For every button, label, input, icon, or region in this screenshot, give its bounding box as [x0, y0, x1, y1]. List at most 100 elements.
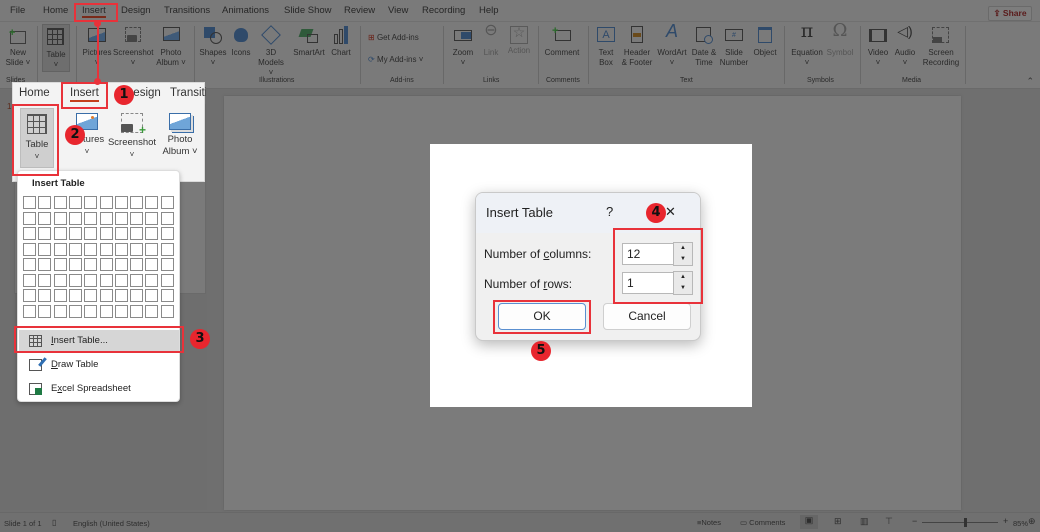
- 3d-models-button[interactable]: 3D Models ˅: [256, 25, 286, 78]
- table-grid-cell[interactable]: [38, 304, 52, 318]
- help-button[interactable]: ?: [606, 204, 613, 219]
- table-grid-cell[interactable]: [114, 289, 128, 302]
- excel-spreadsheet-menu-item[interactable]: Excel Spreadsheet: [19, 378, 179, 400]
- zoom-tab-home[interactable]: Home: [19, 87, 50, 99]
- table-grid-cell[interactable]: [160, 258, 174, 271]
- table-grid-cell[interactable]: [130, 289, 144, 302]
- table-grid-cell[interactable]: [130, 304, 144, 318]
- table-grid-cell[interactable]: [84, 242, 98, 256]
- text-box-button[interactable]: A Text Box: [594, 26, 618, 68]
- table-grid-cell[interactable]: [99, 211, 113, 225]
- action-button[interactable]: ☆ Action: [505, 25, 533, 56]
- table-grid-cell[interactable]: [160, 211, 174, 225]
- language-status[interactable]: English (United States): [73, 519, 150, 528]
- tab-help[interactable]: Help: [479, 5, 499, 16]
- table-grid-cell[interactable]: [23, 273, 36, 287]
- table-grid-cell[interactable]: [23, 196, 36, 209]
- zoom-out-button[interactable]: −: [912, 516, 917, 526]
- table-grid-cell[interactable]: [145, 242, 159, 256]
- table-grid-cell[interactable]: [99, 289, 113, 302]
- tab-recording[interactable]: Recording: [422, 5, 465, 16]
- table-grid-cell[interactable]: [53, 227, 67, 240]
- table-grid-cell[interactable]: [68, 242, 82, 256]
- shapes-button[interactable]: Shapes ˅: [199, 26, 227, 68]
- tab-view[interactable]: View: [388, 5, 408, 16]
- table-grid-cell[interactable]: [68, 258, 82, 271]
- smartart-button[interactable]: SmartArt: [291, 26, 327, 58]
- table-grid-cell[interactable]: [99, 273, 113, 287]
- zoom-level[interactable]: 85%: [1013, 519, 1028, 528]
- columns-spinner[interactable]: ▲ ▼: [673, 242, 693, 266]
- close-button[interactable]: ✕: [665, 204, 676, 220]
- video-button[interactable]: Video ˅: [865, 26, 891, 68]
- table-grid-cell[interactable]: [160, 227, 174, 240]
- tab-insert[interactable]: Insert: [82, 5, 106, 18]
- table-grid-cell[interactable]: [130, 273, 144, 287]
- object-button[interactable]: Object: [751, 26, 779, 58]
- fit-slide-icon[interactable]: ⊕: [1028, 516, 1036, 527]
- link-button[interactable]: ⊖ Link: [479, 23, 503, 58]
- table-grid-cell[interactable]: [130, 258, 144, 271]
- table-grid-cell[interactable]: [114, 211, 128, 225]
- table-grid-cell[interactable]: [53, 289, 67, 302]
- my-addins-button[interactable]: ⟳ My Add-ins ˅: [368, 55, 423, 65]
- header-footer-button[interactable]: Header & Footer: [621, 26, 653, 68]
- collapse-ribbon-icon[interactable]: ⌃: [1026, 76, 1034, 87]
- zoom-in-button[interactable]: +: [1003, 516, 1008, 526]
- comments-button[interactable]: ▭ Comments: [740, 518, 785, 527]
- table-grid-cell[interactable]: [23, 211, 36, 225]
- table-grid-cell[interactable]: [160, 273, 174, 287]
- table-grid-cell[interactable]: [38, 289, 52, 302]
- zoom-button[interactable]: Zoom ˅: [449, 26, 477, 68]
- table-grid-cell[interactable]: [99, 258, 113, 271]
- ok-button[interactable]: OK: [498, 303, 586, 330]
- table-grid-cell[interactable]: [53, 304, 67, 318]
- table-grid-cell[interactable]: [130, 242, 144, 256]
- get-addins-button[interactable]: ⊞ Get Add-ins: [368, 33, 419, 43]
- table-grid-cell[interactable]: [68, 304, 82, 318]
- table-grid-cell[interactable]: [114, 242, 128, 256]
- table-grid-cell[interactable]: [114, 304, 128, 318]
- wordart-button[interactable]: A WordArt ˅: [655, 22, 689, 68]
- table-grid-cell[interactable]: [99, 227, 113, 240]
- table-grid-cell[interactable]: [160, 196, 174, 209]
- table-grid-cell[interactable]: [84, 273, 98, 287]
- tab-animations[interactable]: Animations: [222, 5, 269, 16]
- table-grid-cell[interactable]: [53, 273, 67, 287]
- table-grid-cell[interactable]: [23, 289, 36, 302]
- slide-number-button[interactable]: # Slide Number: [719, 26, 749, 68]
- zoom-slider-thumb[interactable]: [963, 518, 967, 527]
- table-grid-cell[interactable]: [114, 258, 128, 271]
- normal-view-icon[interactable]: ▣: [800, 515, 818, 529]
- table-grid-cell[interactable]: [38, 242, 52, 256]
- spin-down-icon[interactable]: ▼: [674, 283, 692, 294]
- table-button[interactable]: Table ˅: [42, 24, 70, 72]
- chart-button[interactable]: Chart: [328, 26, 354, 58]
- table-grid-cell[interactable]: [145, 273, 159, 287]
- accessibility-icon[interactable]: ▯: [52, 518, 56, 527]
- rows-input[interactable]: 1: [622, 272, 674, 294]
- table-grid-cell[interactable]: [38, 211, 52, 225]
- table-grid-cell[interactable]: [160, 242, 174, 256]
- draw-table-menu-item[interactable]: Draw Table: [19, 354, 179, 376]
- table-grid-cell[interactable]: [68, 211, 82, 225]
- tab-review[interactable]: Review: [344, 5, 375, 16]
- spin-down-icon[interactable]: ▼: [674, 254, 692, 265]
- date-time-button[interactable]: Date & Time: [690, 26, 718, 68]
- comment-button[interactable]: + Comment: [543, 26, 581, 58]
- table-grid-cell[interactable]: [99, 242, 113, 256]
- table-grid-cell[interactable]: [23, 258, 36, 271]
- table-grid-cell[interactable]: [53, 242, 67, 256]
- table-grid-cell[interactable]: [68, 196, 82, 209]
- new-slide-button[interactable]: + New Slide ˅: [4, 26, 32, 68]
- spin-up-icon[interactable]: ▲: [674, 272, 692, 283]
- spin-up-icon[interactable]: ▲: [674, 243, 692, 254]
- table-grid-cell[interactable]: [68, 227, 82, 240]
- table-grid-cell[interactable]: [145, 211, 159, 225]
- table-grid-cell[interactable]: [99, 196, 113, 209]
- table-grid-cell[interactable]: [145, 304, 159, 318]
- table-grid-cell[interactable]: [53, 211, 67, 225]
- tab-home[interactable]: Home: [43, 5, 68, 16]
- table-grid-cell[interactable]: [114, 227, 128, 240]
- table-grid-cell[interactable]: [160, 304, 174, 318]
